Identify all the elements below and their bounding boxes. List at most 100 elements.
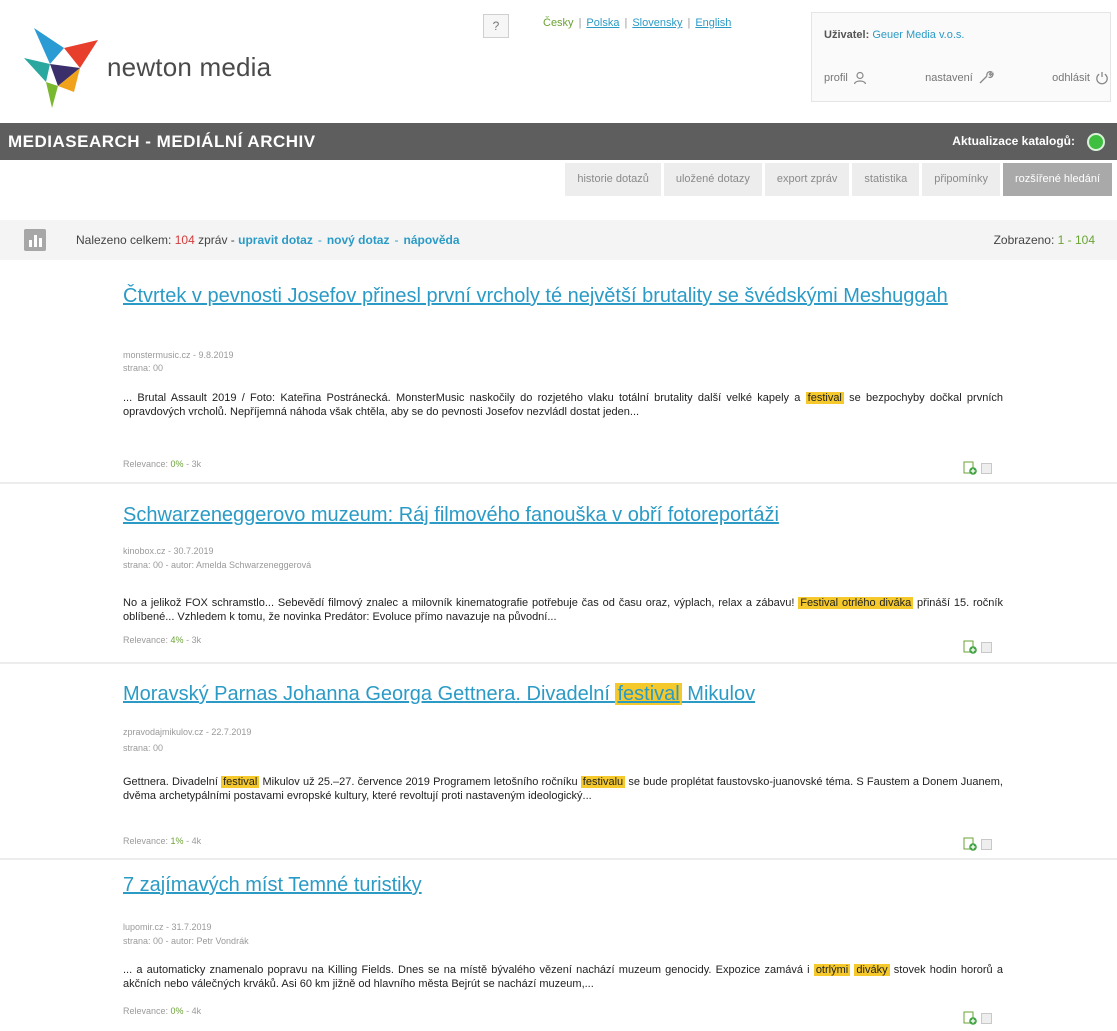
result-actions: [963, 461, 992, 475]
lang-separator: |: [624, 17, 628, 29]
profile-label: profil: [824, 72, 848, 84]
result-details: strana: 00 - autor: Amelda Schwarzenegge…: [123, 560, 312, 570]
title-highlight: festival: [615, 683, 682, 705]
title-text: Mikulov: [681, 683, 756, 705]
found-prefix: Nalezeno celkem:: [76, 233, 172, 247]
result-snippet: Gettnera. Divadelní festival Mikulov už …: [123, 775, 1003, 803]
result-title[interactable]: Schwarzeneggerovo muzeum: Ráj filmového …: [123, 503, 1003, 527]
results-count: Nalezeno celkem: 104 zpráv - upravit dot…: [76, 233, 460, 247]
catalog-update-label: Aktualizace katalogů:: [952, 134, 1075, 148]
relevance-label: Relevance:: [123, 836, 169, 846]
chart-icon[interactable]: [24, 229, 46, 251]
power-icon: [1096, 72, 1108, 85]
catalog-status-indicator[interactable]: [1087, 133, 1105, 151]
tab-export[interactable]: export zpráv: [764, 163, 850, 196]
snippet-highlight: festivalu: [580, 776, 626, 788]
result-source: zpravodajmikulov.cz - 22.7.2019: [123, 727, 252, 737]
snippet-highlight: diváky: [854, 964, 890, 976]
add-to-folder-icon[interactable]: [963, 640, 977, 654]
result-relevance: Relevance: 1% - 4k: [123, 836, 201, 846]
snippet-text: ... Brutal Assault 2019 / Foto: Kateřina…: [123, 392, 806, 404]
lang-slovensky[interactable]: Slovensky: [632, 17, 682, 29]
relevance-value: 1%: [170, 836, 184, 846]
new-query-link[interactable]: nový dotaz: [327, 233, 390, 247]
logout-link[interactable]: odhlásit: [1052, 71, 1109, 85]
result-snippet: ... Brutal Assault 2019 / Foto: Kateřina…: [123, 391, 1003, 419]
result-divider: [0, 662, 1117, 664]
result-actions: [963, 1011, 992, 1025]
result-actions: [963, 640, 992, 654]
result-source: lupomir.cz - 31.7.2019: [123, 922, 212, 932]
lang-separator: |: [578, 17, 582, 29]
edit-query-link[interactable]: upravit dotaz: [238, 233, 313, 247]
relevance-suffix: - 4k: [186, 836, 202, 846]
relevance-value: 0%: [170, 1006, 184, 1016]
tab-statistics[interactable]: statistika: [852, 163, 920, 196]
tab-advanced-search[interactable]: rozšířené hledání: [1003, 163, 1112, 196]
user-info: Uživatel: Geuer Media v.o.s.: [824, 29, 964, 41]
relevance-suffix: - 4k: [186, 1006, 202, 1016]
result-title[interactable]: Moravský Parnas Johanna Georga Gettnera.…: [123, 682, 1003, 706]
result-title[interactable]: 7 zajímavých míst Temné turistiky: [123, 873, 1003, 897]
add-to-folder-icon[interactable]: [963, 461, 977, 475]
help-button[interactable]: ?: [483, 14, 509, 38]
result-relevance: Relevance: 4% - 3k: [123, 635, 201, 645]
link-separator: -: [317, 233, 322, 247]
settings-label: nastavení: [925, 72, 973, 84]
result-details: strana: 00 - autor: Petr Vondrák: [123, 936, 249, 946]
help-link[interactable]: nápověda: [403, 233, 459, 247]
user-name[interactable]: Geuer Media v.o.s.: [872, 29, 964, 41]
result-checkbox[interactable]: [981, 462, 992, 474]
brand-name: newton media: [107, 52, 272, 82]
lang-polska[interactable]: Polska: [586, 17, 619, 29]
add-to-folder-icon[interactable]: [963, 837, 977, 851]
result-snippet: No a jelikož FOX schramstlo... Sebevědí …: [123, 596, 1003, 624]
logout-label: odhlásit: [1052, 72, 1090, 84]
settings-link[interactable]: nastavení: [925, 71, 994, 85]
newton-media-logo[interactable]: [24, 24, 100, 110]
relevance-value: 0%: [170, 459, 184, 469]
found-suffix: zpráv -: [198, 233, 235, 247]
link-separator: -: [394, 233, 399, 247]
snippet-text: No a jelikož FOX schramstlo... Sebevědí …: [123, 597, 799, 609]
page-title: MEDIASEARCH - MEDIÁLNÍ ARCHIV: [8, 132, 316, 151]
result-checkbox[interactable]: [981, 838, 992, 850]
tab-saved-queries[interactable]: uložené dotazy: [663, 163, 762, 196]
result-checkbox[interactable]: [981, 1012, 992, 1024]
language-switcher: Česky | Polska | Slovensky | English: [543, 17, 731, 29]
snippet-highlight: festival: [221, 776, 260, 788]
snippet-highlight: otrlými: [813, 964, 851, 976]
result-checkbox[interactable]: [981, 641, 992, 653]
tab-reminders[interactable]: připomínky: [922, 163, 1000, 196]
add-to-folder-icon[interactable]: [963, 1011, 977, 1025]
tab-bar: historie dotazů uložené dotazy export zp…: [565, 163, 1112, 196]
user-box: Uživatel: Geuer Media v.o.s. profil nast…: [811, 12, 1111, 102]
profile-link[interactable]: profil: [824, 71, 867, 85]
wrench-icon: [979, 71, 994, 84]
result-snippet: ... a automaticky znamenalo popravu na K…: [123, 963, 1003, 991]
result-divider: [0, 482, 1117, 484]
shown-range-value: 1 - 104: [1057, 233, 1095, 247]
lang-cesky[interactable]: Česky: [543, 17, 574, 29]
tab-query-history[interactable]: historie dotazů: [565, 163, 661, 196]
result-relevance: Relevance: 0% - 4k: [123, 1006, 201, 1016]
result-title[interactable]: Čtvrtek v pevnosti Josefov přinesl první…: [123, 284, 1003, 308]
relevance-label: Relevance:: [123, 635, 169, 645]
shown-label: Zobrazeno:: [993, 233, 1055, 247]
found-count: 104: [174, 233, 195, 247]
result-details: strana: 00: [123, 363, 164, 373]
snippet-highlight: Festival otrlého diváka: [798, 597, 914, 609]
result-divider: [0, 858, 1117, 860]
snippet-text: Gettnera. Divadelní: [123, 776, 222, 788]
lang-english[interactable]: English: [695, 17, 731, 29]
page-header: newton media ? Česky | Polska | Slovensky | En…: [0, 0, 1117, 123]
relevance-suffix: - 3k: [186, 635, 202, 645]
shown-range: Zobrazeno: 1 - 104: [994, 233, 1095, 247]
result-source: kinobox.cz - 30.7.2019: [123, 546, 214, 556]
result-details: strana: 00: [123, 743, 164, 753]
result-actions: [963, 837, 992, 851]
snippet-highlight: festival: [805, 392, 844, 404]
snippet-text: Mikulov už 25.–27. července 2019 Program…: [259, 776, 581, 788]
user-icon: [853, 71, 866, 85]
title-text: Moravský Parnas Johanna Georga Gettnera.…: [123, 683, 616, 705]
